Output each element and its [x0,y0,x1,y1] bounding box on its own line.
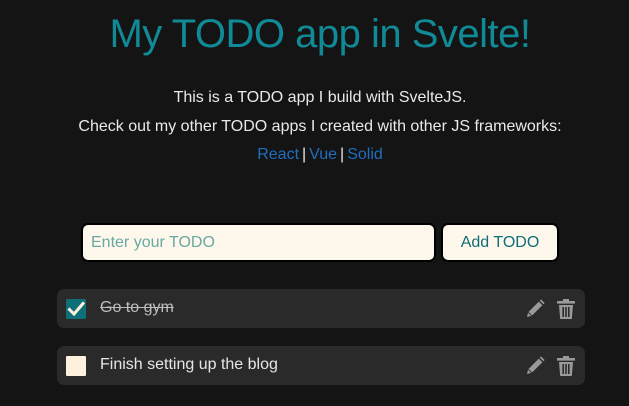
todo-item: Finish setting up the blog [57,346,585,385]
framework-links: React | Vue | Solid [0,146,629,164]
edit-button[interactable] [524,355,546,377]
delete-button[interactable] [555,355,577,377]
link-solid[interactable]: Solid [347,146,383,163]
pencil-icon [527,356,545,374]
todo-input[interactable] [81,223,436,262]
description-line-2: Check out my other TODO apps I created w… [78,118,562,135]
trash-icon [557,356,575,376]
link-vue[interactable]: Vue [309,146,337,163]
trash-icon [557,299,575,319]
todo-checkbox[interactable] [66,299,86,319]
description-line-1: This is a TODO app I build with SvelteJS… [173,89,467,106]
todo-text: Go to gym [100,299,174,316]
link-separator: | [340,146,345,163]
todo-checkbox[interactable] [66,356,86,376]
delete-button[interactable] [555,298,577,320]
add-todo-button[interactable]: Add TODO [441,223,559,262]
link-react[interactable]: React [257,146,299,163]
todo-text: Finish setting up the blog [100,356,278,373]
page-title: My TODO app in Svelte! [109,12,531,56]
pencil-icon [527,299,545,317]
link-separator: | [302,146,307,163]
todo-item: Go to gym [57,289,585,328]
edit-button[interactable] [524,298,546,320]
checkmark-icon [67,301,86,317]
